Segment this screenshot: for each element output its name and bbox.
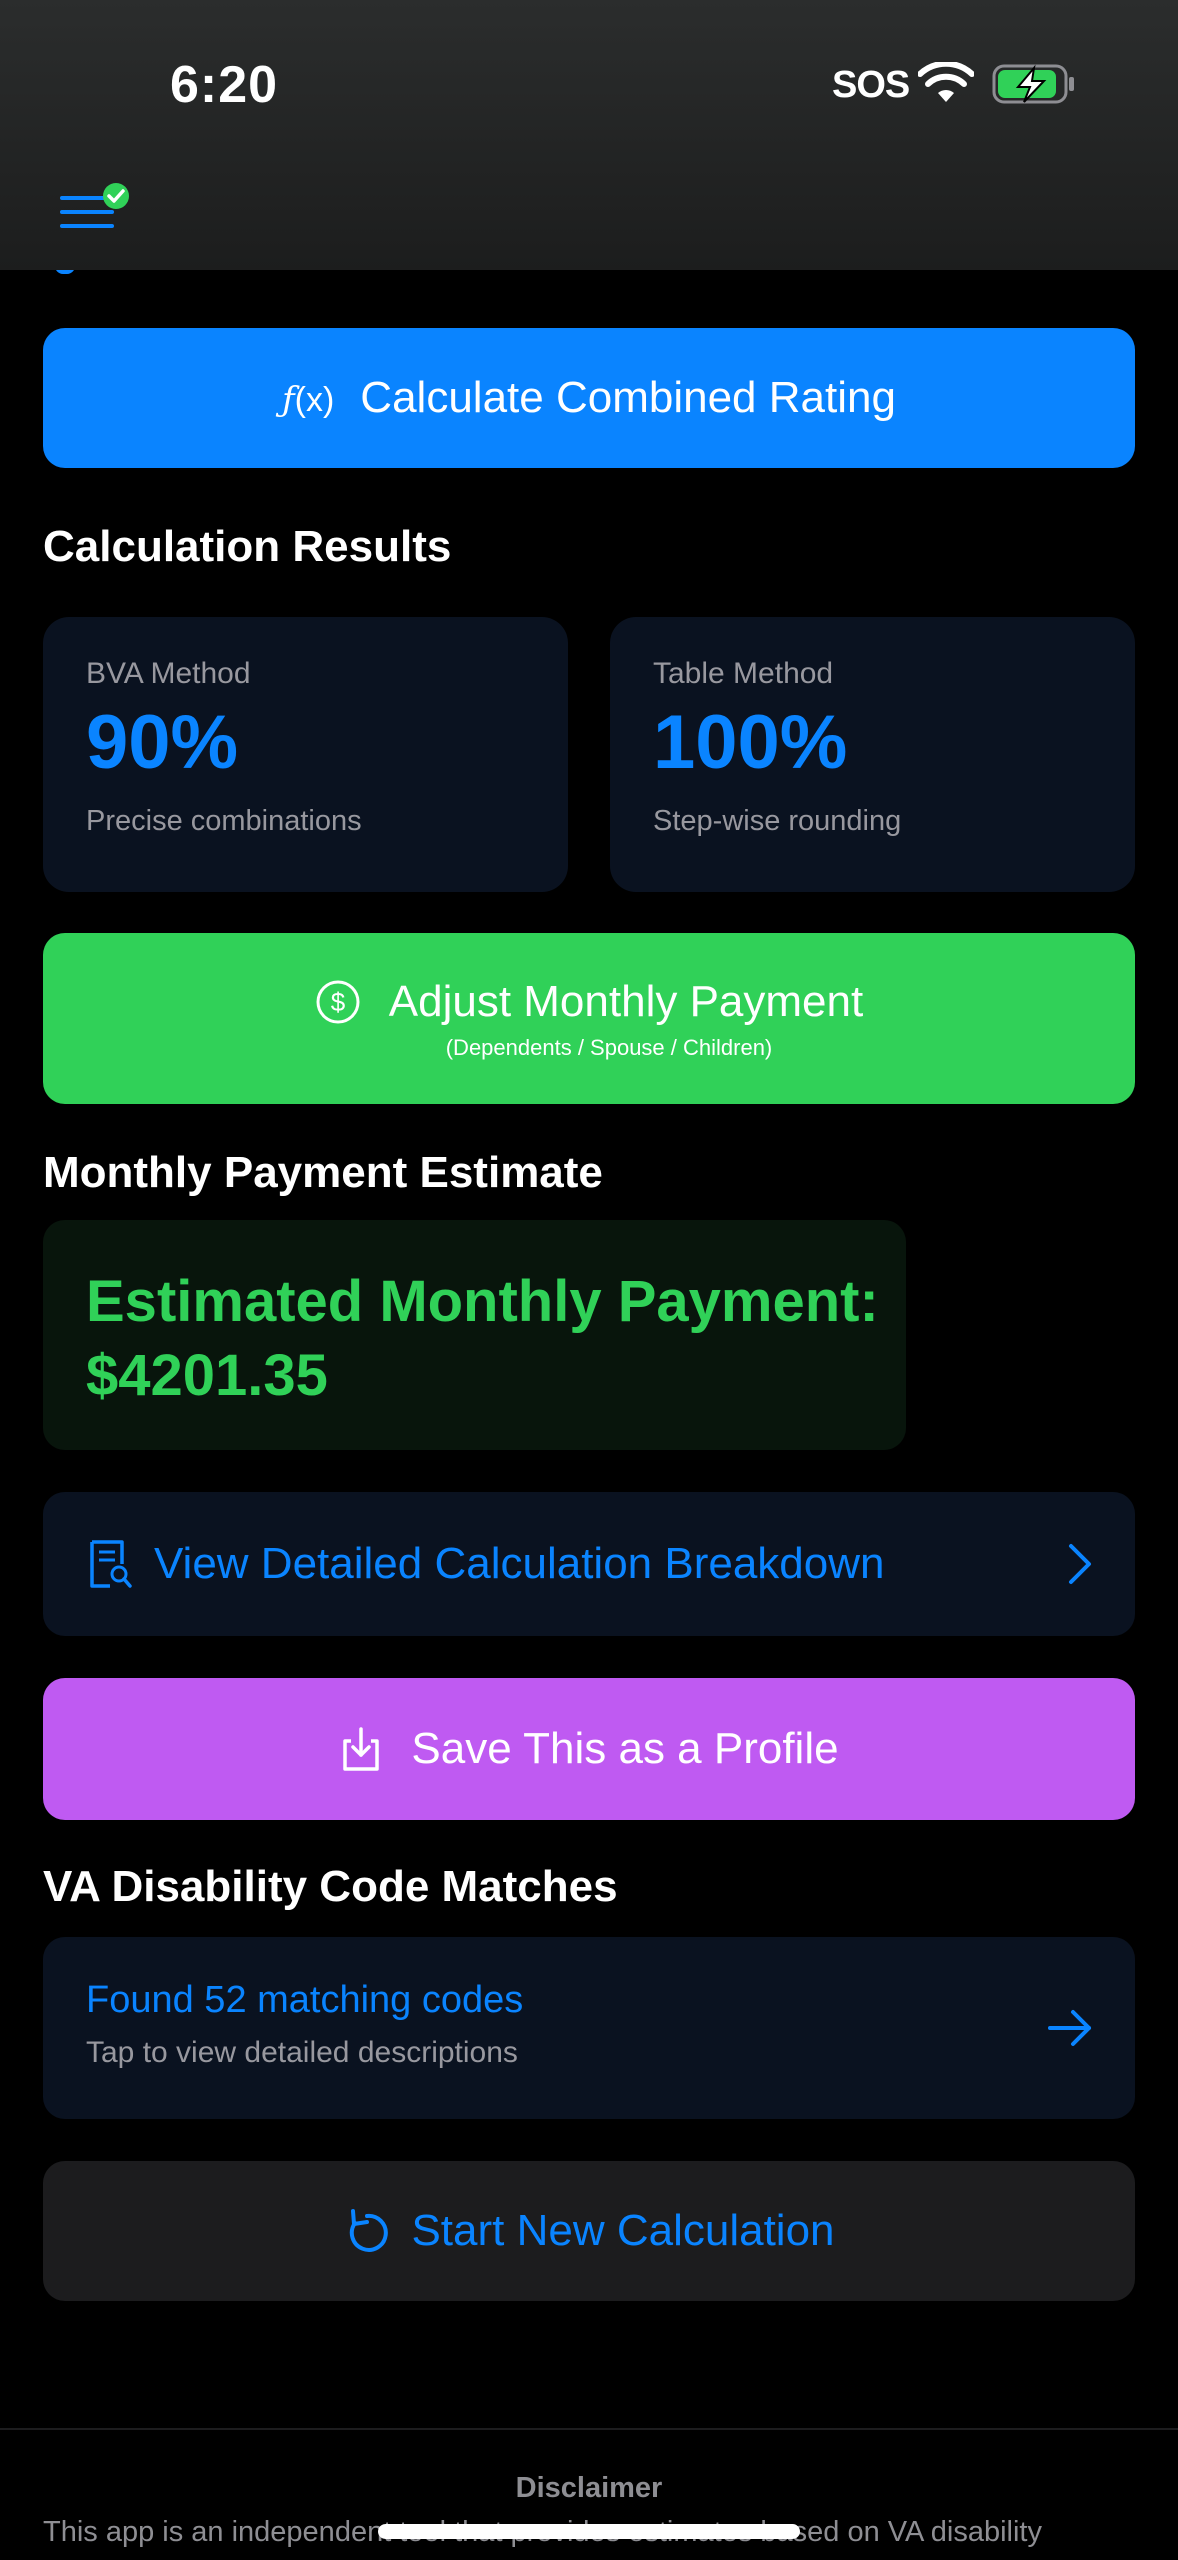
code-matches-hint: Tap to view detailed descriptions xyxy=(86,2036,518,2069)
adjust-monthly-payment-button[interactable]: $ Adjust Monthly Payment (Dependents / S… xyxy=(43,933,1135,1104)
status-time: 6:20 xyxy=(170,56,279,114)
sos-indicator: SOS xyxy=(832,64,910,106)
view-breakdown-button[interactable]: View Detailed Calculation Breakdown xyxy=(43,1492,1135,1636)
disclaimer-title: Disclaimer xyxy=(515,2472,663,2504)
footer-divider xyxy=(0,2428,1178,2430)
adjust-payment-sub: (Dependents / Spouse / Children) xyxy=(445,1034,773,1060)
menu-icon[interactable] xyxy=(58,182,130,242)
document-search-icon xyxy=(90,1540,132,1588)
table-method-sub: Step-wise rounding xyxy=(653,805,902,837)
code-matches-title: VA Disability Code Matches xyxy=(43,1862,618,1911)
code-matches-card[interactable]: Found 52 matching codes Tap to view deta… xyxy=(43,1937,1135,2119)
table-method-card: Table Method 100% Step-wise rounding xyxy=(610,617,1135,892)
calculation-results-title: Calculation Results xyxy=(43,522,452,571)
bva-method-value: 90% xyxy=(86,700,239,785)
function-icon: ƒ(x) xyxy=(282,380,335,420)
bva-method-sub: Precise combinations xyxy=(86,805,362,837)
battery-charging-icon xyxy=(992,64,1074,104)
table-method-value: 100% xyxy=(653,700,848,785)
new-calculation-label: Start New Calculation xyxy=(411,2206,835,2255)
bva-method-card: BVA Method 90% Precise combinations xyxy=(43,617,568,892)
wifi-icon xyxy=(918,62,974,102)
payment-estimate-card: Estimated Monthly Payment: $4201.35 xyxy=(43,1220,906,1450)
arrow-right-icon xyxy=(1048,2010,1091,2046)
top-bar: 6:20 SOS xyxy=(0,0,1178,270)
bva-method-label: BVA Method xyxy=(86,657,251,690)
save-profile-button[interactable]: Save This as a Profile xyxy=(43,1678,1135,1820)
table-method-label: Table Method xyxy=(653,657,834,690)
save-download-icon xyxy=(343,1727,380,1771)
breakdown-label: View Detailed Calculation Breakdown xyxy=(154,1539,885,1588)
dollar-circle-icon: $ xyxy=(316,980,360,1023)
home-indicator[interactable] xyxy=(378,2524,800,2539)
save-profile-label: Save This as a Profile xyxy=(411,1724,839,1773)
start-new-calculation-button[interactable]: Start New Calculation xyxy=(43,2161,1135,2301)
payment-estimate-amount: $4201.35 xyxy=(86,1343,328,1408)
payment-estimate-label: Estimated Monthly Payment: xyxy=(86,1269,879,1334)
checkmark-badge-icon xyxy=(103,183,129,209)
monthly-payment-title: Monthly Payment Estimate xyxy=(43,1148,603,1197)
chevron-right-icon xyxy=(1069,1544,1091,1584)
refresh-icon xyxy=(350,2209,389,2252)
svg-text:$: $ xyxy=(331,987,346,1017)
adjust-payment-label: Adjust Monthly Payment xyxy=(388,976,864,1026)
calculate-button-label: Calculate Combined Rating xyxy=(360,373,896,422)
code-matches-found: Found 52 matching codes xyxy=(86,1979,524,2021)
calculate-combined-rating-button[interactable]: ƒ(x) Calculate Combined Rating xyxy=(43,328,1135,468)
